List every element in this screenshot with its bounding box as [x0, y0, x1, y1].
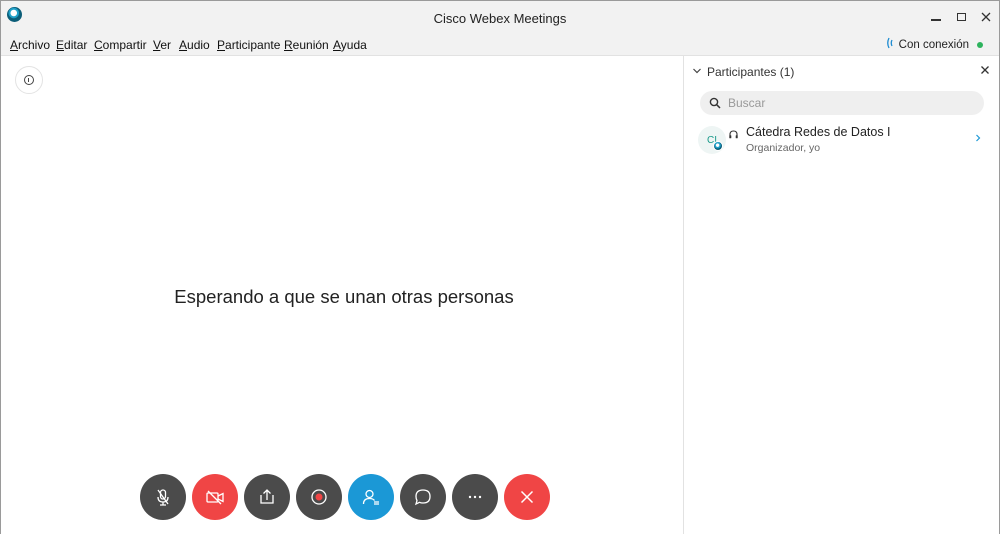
connection-dot-icon: [977, 41, 983, 48]
avatar: CI: [698, 126, 726, 154]
connection-icon: [886, 37, 895, 52]
more-icon: [468, 495, 482, 499]
record-button[interactable]: [296, 474, 342, 520]
chat-button[interactable]: [400, 474, 446, 520]
close-icon: [981, 12, 991, 22]
participant-row[interactable]: CI Cátedra Redes de Datos I Organizador,…: [684, 120, 999, 160]
maximize-button[interactable]: [950, 7, 972, 27]
menu-compartir[interactable]: Compartir: [94, 38, 147, 52]
connection-status[interactable]: Con conexión: [886, 37, 983, 52]
menu-ayuda[interactable]: Ayuda: [333, 38, 367, 52]
webex-badge-icon: [713, 141, 723, 151]
menu-bar: Archivo Editar Compartir Ver Audio Parti…: [1, 34, 999, 56]
menu-participante[interactable]: Participante: [217, 38, 280, 52]
participants-panel-header: Participantes (1): [684, 56, 999, 86]
maximize-icon: [956, 13, 966, 21]
menu-audio[interactable]: Audio: [179, 38, 210, 52]
chat-icon: [414, 489, 431, 506]
leave-button[interactable]: [504, 474, 550, 520]
record-icon: [311, 489, 327, 505]
title-bar: Cisco Webex Meetings: [1, 1, 999, 34]
minimize-icon: [931, 19, 941, 21]
share-button[interactable]: [244, 474, 290, 520]
connection-label: Con conexión: [898, 38, 969, 51]
close-panel-icon[interactable]: [979, 64, 991, 76]
video-off-icon: [206, 490, 224, 505]
close-icon: [520, 490, 534, 504]
video-button[interactable]: [192, 474, 238, 520]
participants-panel-title: Participantes (1): [707, 65, 795, 79]
menu-editar[interactable]: Editar: [56, 38, 87, 52]
participant-name: Cátedra Redes de Datos I: [746, 125, 891, 139]
search-icon: [709, 97, 721, 109]
waiting-message: Esperando a que se unan otras personas: [174, 286, 514, 307]
chevron-right-icon[interactable]: [975, 133, 981, 143]
more-button[interactable]: [452, 474, 498, 520]
participants-button[interactable]: [348, 474, 394, 520]
mute-button[interactable]: [140, 474, 186, 520]
menu-archivo[interactable]: Archivo: [10, 38, 50, 52]
meeting-info-button[interactable]: [15, 66, 43, 94]
chevron-down-icon[interactable]: [692, 66, 702, 76]
meeting-stage: Esperando a que se unan otras personas: [1, 56, 683, 534]
close-window-button[interactable]: [975, 7, 997, 27]
participant-role: Organizador, yo: [746, 142, 821, 154]
menu-reunion[interactable]: Reunión: [284, 38, 329, 52]
window-title: Cisco Webex Meetings: [433, 11, 567, 26]
participant-search: [700, 91, 984, 115]
menu-ver[interactable]: Ver: [153, 38, 171, 52]
webex-window: Cisco Webex Meetings Archivo Editar Comp…: [0, 0, 1000, 534]
info-icon: [24, 75, 34, 85]
share-icon: [260, 489, 274, 504]
headset-icon: [729, 130, 738, 139]
mic-off-icon: [157, 489, 169, 506]
minimize-button[interactable]: [925, 7, 947, 27]
search-input[interactable]: [728, 96, 968, 110]
participants-panel: Participantes (1) CI Cátedra Redes de Da…: [684, 56, 999, 534]
participants-icon: [362, 489, 379, 505]
